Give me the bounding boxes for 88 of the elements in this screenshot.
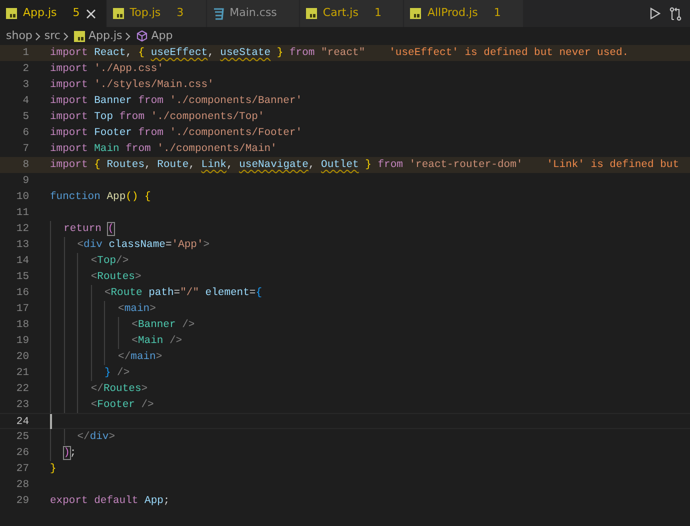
tab-label: App.js [23, 5, 57, 22]
code-line: function App() { [50, 190, 151, 205]
file-tab[interactable]: Cart.js 1 [300, 0, 404, 27]
code-line: <main> [50, 301, 156, 317]
line-number: 1 [22, 46, 30, 61]
breadcrumb-item[interactable]: App [151, 28, 173, 44]
line-number: 27 [15, 462, 30, 477]
tab-label: Cart.js [322, 5, 358, 22]
line-number: 4 [22, 94, 30, 109]
code-line: import { Routes, Route, Link, useNavigate, Outlet } from 'react-router-dom' [50, 158, 523, 173]
line-number: 12 [15, 222, 30, 237]
line-number: 28 [15, 478, 30, 493]
tab-label: AllProd.js [427, 5, 478, 22]
chevron-icon [125, 32, 132, 40]
code-line: <Banner /> [50, 317, 195, 333]
js-file-icon [410, 8, 422, 19]
chevron-icon [63, 32, 70, 40]
tab-label: Top.js [130, 5, 161, 22]
css-file-icon [212, 8, 224, 20]
file-tab[interactable]: AllProd.js 1 [404, 0, 524, 27]
diagnostic-message: 'Link' is defined but [546, 158, 679, 173]
code-line: <div className='App'> [50, 237, 210, 253]
diagnostic-message: 'useEffect' is defined but never used. [389, 46, 629, 61]
problem-count: 3 [176, 5, 184, 22]
line-number: 15 [15, 270, 30, 285]
code-line: return ( [50, 221, 114, 237]
code-line: <Footer /> [50, 397, 154, 413]
line-number: 11 [15, 206, 30, 221]
line-number: 10 [15, 190, 30, 205]
close-icon[interactable] [86, 8, 96, 18]
line-number: 29 [15, 494, 30, 509]
line-number: 25 [15, 430, 30, 445]
code-line: import './App.css' [50, 62, 164, 77]
js-file-icon [6, 8, 17, 19]
file-tab[interactable]: Main.css [206, 0, 300, 27]
code-line: } [50, 462, 56, 477]
line-number: 26 [15, 446, 30, 461]
problem-count: 1 [374, 5, 382, 22]
line-number: 22 [15, 382, 30, 397]
breadcrumb-item[interactable]: App.js [88, 28, 122, 44]
js-file-icon [74, 30, 86, 42]
problem-count: 1 [494, 5, 501, 22]
breadcrumb-item[interactable]: src [44, 28, 60, 44]
code-line: ); [50, 445, 76, 461]
line-number: 18 [15, 318, 30, 333]
js-file-icon [306, 8, 317, 19]
line-number: 14 [15, 254, 30, 269]
line-number: 21 [15, 366, 30, 381]
file-tab[interactable]: Top.js 3 [106, 0, 207, 27]
file-tab[interactable]: App.js 5 [0, 0, 107, 27]
code-line: <Main /> [50, 333, 182, 349]
line-number: 24 [15, 415, 30, 428]
code-line: import Footer from './components/Footer' [50, 126, 302, 141]
chevron-icon [35, 32, 42, 40]
code-line: <Top/> [50, 253, 129, 269]
line-number: 17 [15, 302, 30, 317]
code-line: import './styles/Main.css' [50, 78, 214, 93]
text-cursor [50, 414, 52, 429]
line-number: 20 [15, 350, 30, 365]
line-number: 7 [22, 142, 30, 157]
line-number: 23 [15, 398, 30, 413]
code-line: </div> [50, 429, 116, 445]
code-line: } /> [50, 365, 130, 381]
code-line: import Top from './components/Top' [50, 110, 264, 125]
run-icon[interactable] [649, 7, 661, 20]
compare-icon[interactable] [669, 6, 682, 20]
line-number: 3 [22, 78, 30, 93]
breadcrumb-item[interactable]: shop [6, 28, 32, 44]
code-line: </Routes> [50, 381, 148, 397]
line-number: 13 [15, 238, 30, 253]
code-line: <Route path="/" element={ [50, 285, 262, 301]
line-number: 9 [22, 174, 30, 189]
js-file-icon [112, 8, 124, 19]
code-line: export default App; [50, 494, 170, 509]
line-number: 2 [22, 62, 30, 77]
code-line: </main> [50, 349, 162, 365]
code-line: import Main from './components/Main' [50, 142, 277, 157]
tab-label: Main.css [230, 5, 277, 22]
code-line: <Routes> [50, 269, 142, 285]
cube-icon [136, 30, 148, 42]
line-number: 16 [15, 286, 30, 301]
code-line: import React, { useEffect, useState } from "react" [50, 46, 366, 61]
problem-count: 5 [72, 5, 80, 22]
line-number: 19 [15, 334, 30, 349]
line-number: 6 [22, 126, 30, 141]
code-line: import Banner from './components/Banner' [50, 94, 302, 109]
line-number: 8 [22, 158, 30, 173]
line-number: 5 [22, 110, 30, 125]
